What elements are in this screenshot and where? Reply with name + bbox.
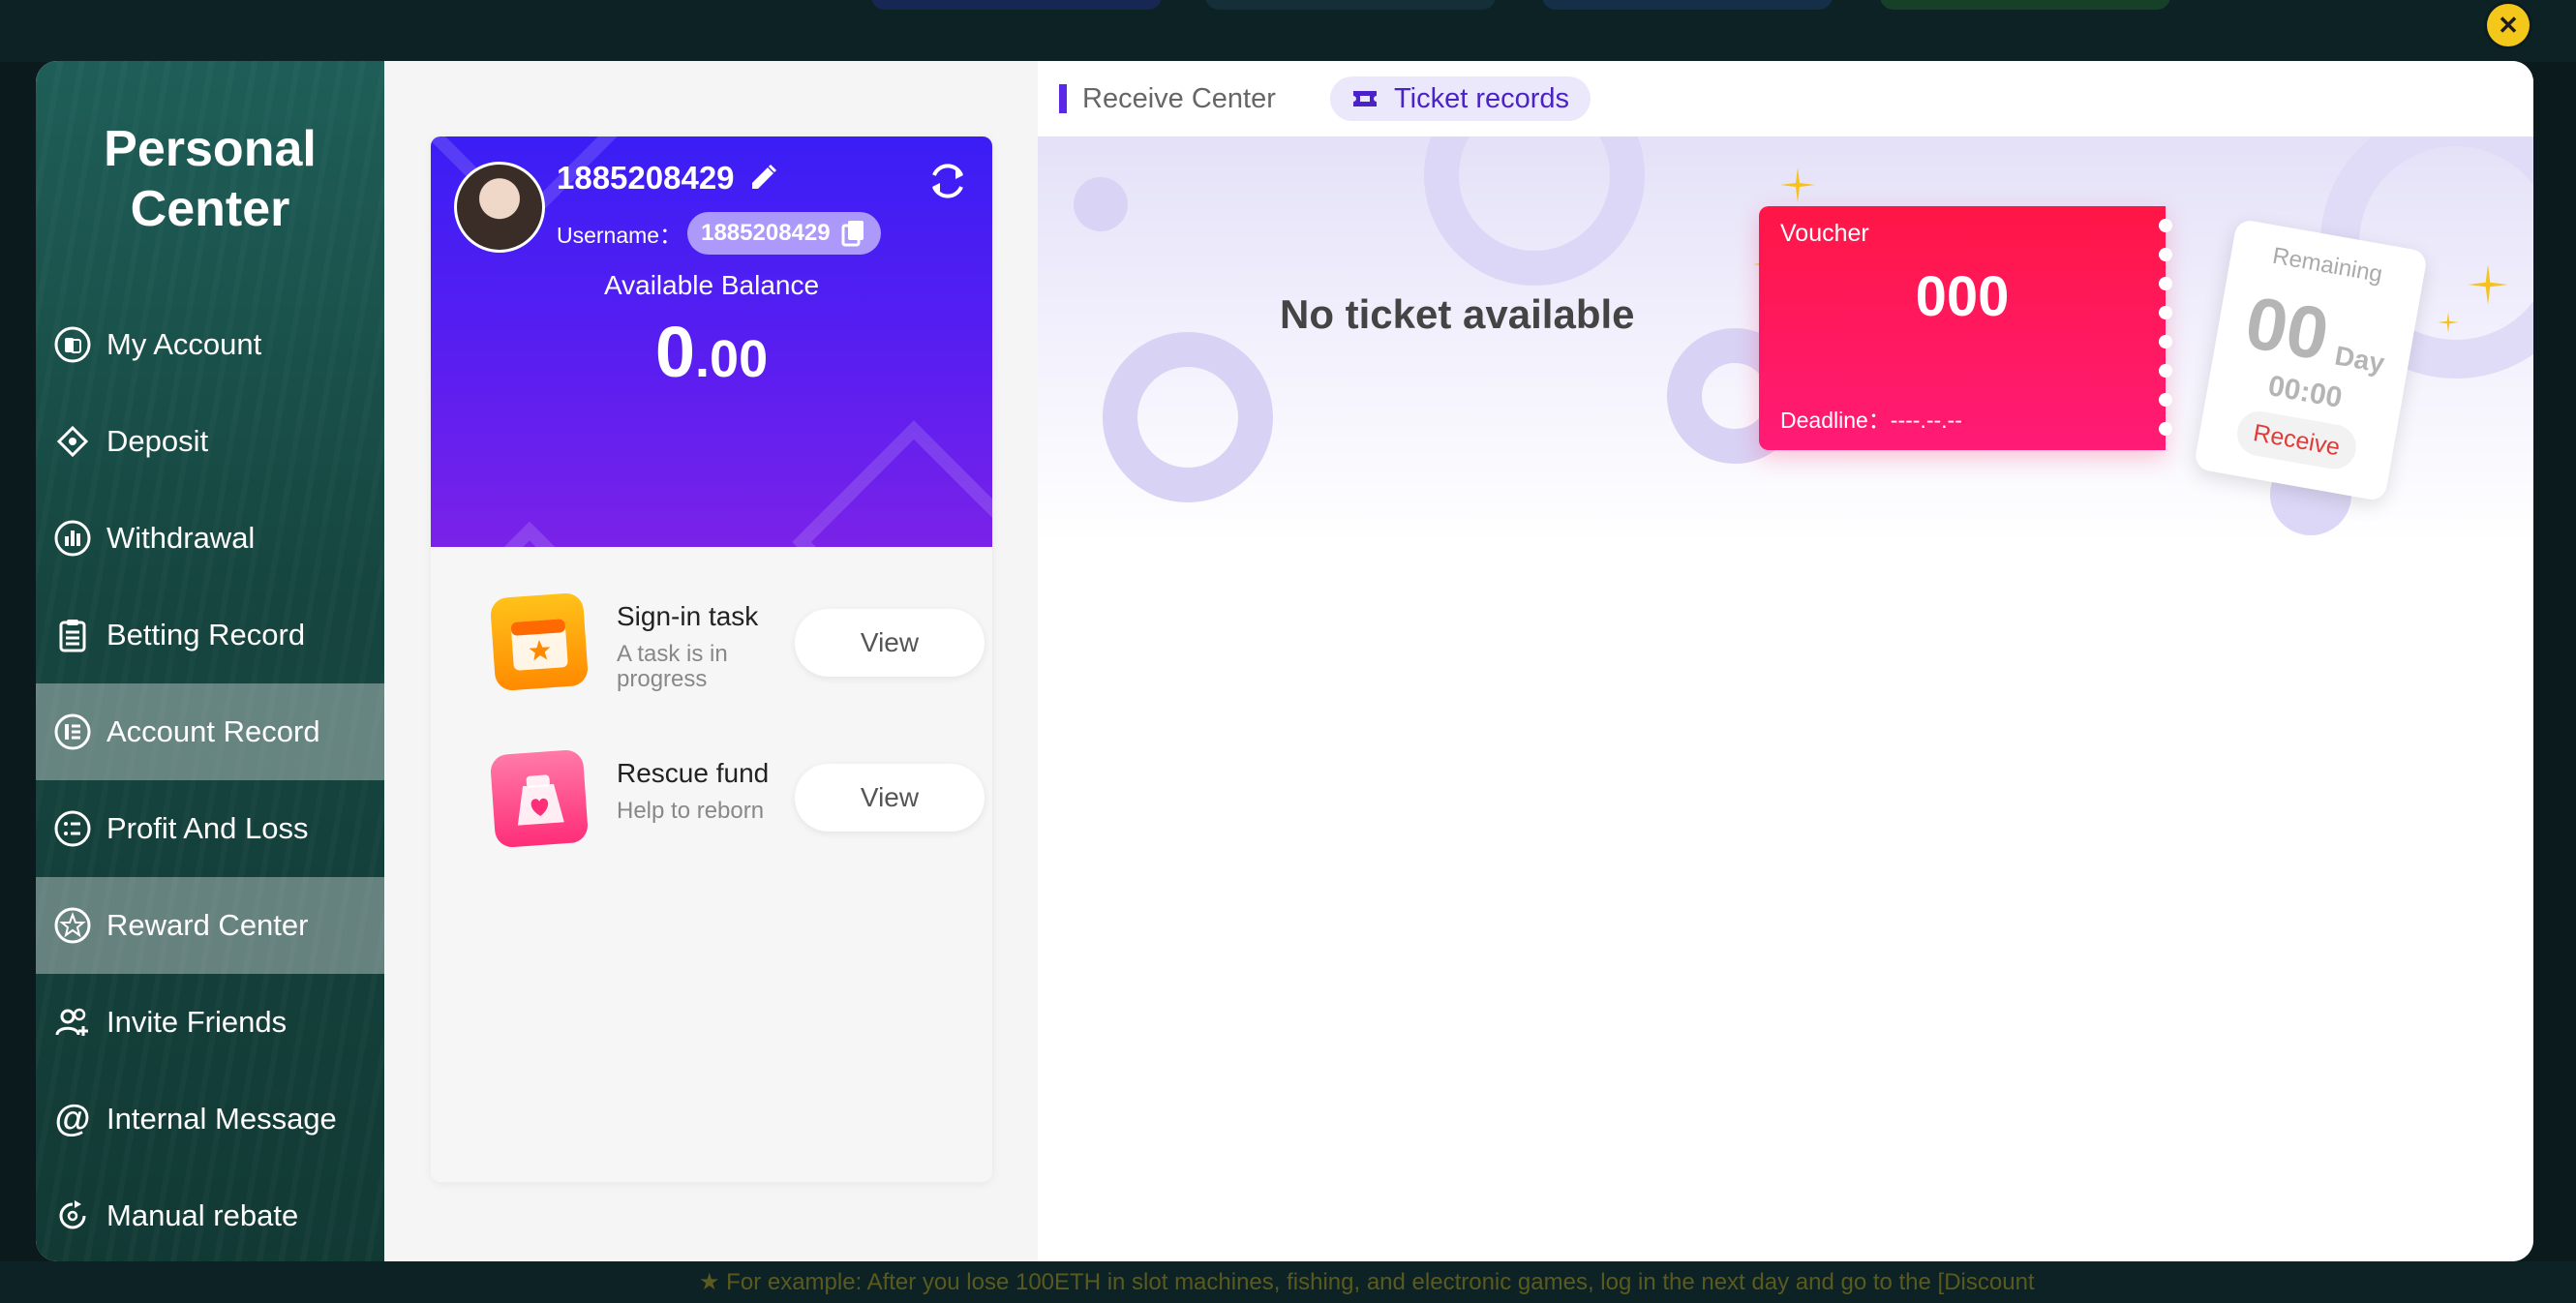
sidebar-item-withdrawal[interactable]: Withdrawal <box>36 490 384 587</box>
empty-state-message: No ticket available <box>1280 291 1635 337</box>
sidebar-title: Personal Center <box>36 119 384 239</box>
ticket-pane: Receive Center Ticket records No ticket … <box>1038 61 2533 1261</box>
sidebar-item-label: Internal Message <box>106 1102 337 1136</box>
balance-label: Available Balance <box>603 270 820 300</box>
sparkle-icon <box>2438 312 2459 333</box>
background-button <box>1880 0 2170 10</box>
sidebar-item-my-account[interactable]: My Account <box>36 296 384 393</box>
username-label: Username： <box>557 223 682 248</box>
sidebar-item-label: Invite Friends <box>106 1005 288 1039</box>
sidebar-item-profit-and-loss[interactable]: Profit And Loss <box>36 780 384 877</box>
at-icon: @ <box>53 1100 92 1138</box>
withdrawal-icon <box>53 519 92 558</box>
tab-label: Receive Center <box>1082 82 1276 114</box>
receive-button[interactable]: Receive <box>2233 408 2360 473</box>
calendar-star-icon <box>490 592 589 691</box>
sidebar-title-line: Center <box>130 181 290 237</box>
sidebar-title-line: Personal <box>104 121 317 177</box>
sidebar-item-label: Account Record <box>106 714 320 748</box>
sidebar-item-reward-center[interactable]: Reward Center <box>36 877 384 974</box>
task-sign-in: Sign-in task A task is in progress View <box>489 591 992 708</box>
edit-icon[interactable] <box>746 162 779 195</box>
task-rescue-fund: Rescue fund Help to reborn View <box>489 748 992 864</box>
background-header <box>0 0 2576 62</box>
balance-decimal: .00 <box>695 330 769 388</box>
refresh-icon[interactable] <box>924 158 971 204</box>
list-icon <box>53 809 92 848</box>
deposit-icon <box>53 422 92 461</box>
voucher-card: Voucher 000 Deadline：----.--.-- <box>1759 206 2172 450</box>
remaining-days: 00 <box>2239 281 2335 377</box>
heart-bag-icon <box>490 749 589 848</box>
tab-label: Ticket records <box>1394 82 1570 114</box>
username-row: Username： 1885208429 <box>557 212 881 255</box>
sidebar-item-account-record[interactable]: Account Record <box>36 683 384 780</box>
view-rescue-fund-button[interactable]: View <box>795 764 985 832</box>
deadline-label: Deadline： <box>1780 408 1891 433</box>
svg-text:@: @ <box>54 1100 90 1138</box>
task-title: Rescue fund <box>617 758 770 788</box>
sidebar-item-label: My Account <box>106 327 262 361</box>
task-title: Sign-in task <box>617 601 759 631</box>
sidebar-item-label: Manual rebate <box>106 1198 299 1232</box>
view-sign-in-button[interactable]: View <box>795 609 985 677</box>
user-id-text: 1885208429 <box>557 160 735 196</box>
profile-card: 1885208429 Username： 1885208429 Availabl… <box>431 136 992 1182</box>
close-button[interactable]: ✕ <box>2487 4 2530 46</box>
sparkle-icon <box>1780 167 1815 202</box>
username-chip[interactable]: 1885208429 <box>687 212 881 255</box>
ticket-icon <box>1353 91 1377 106</box>
tab-bar: Receive Center Ticket records <box>1038 61 2533 136</box>
sidebar-item-label: Withdrawal <box>106 521 256 555</box>
clipboard-icon <box>53 616 92 654</box>
ticket-area: No ticket available Remaining 00 Day 00:… <box>1038 136 2533 543</box>
decorative-diamond <box>455 521 604 547</box>
sidebar-item-deposit[interactable]: Deposit <box>36 393 384 490</box>
tab-indicator <box>1059 84 1067 113</box>
sidebar: Personal Center My Account Deposit Withd… <box>36 61 384 1261</box>
background-button <box>1205 0 1496 10</box>
balance-value: 0.00 <box>431 311 992 393</box>
background-footer-text: ★ For example: After you lose 100ETH in … <box>699 1269 2035 1295</box>
avatar[interactable] <box>454 162 545 253</box>
personal-center-modal: Personal Center My Account Deposit Withd… <box>36 61 2533 1261</box>
sidebar-item-label: Betting Record <box>106 618 306 652</box>
voucher-deadline: Deadline：----.--.-- <box>1780 402 1962 435</box>
close-icon: ✕ <box>2498 10 2519 40</box>
sidebar-item-label: Profit And Loss <box>106 811 309 845</box>
user-id: 1885208429 <box>557 160 779 197</box>
profile-pane: 1885208429 Username： 1885208429 Availabl… <box>384 61 1038 1261</box>
coins-icon <box>53 325 92 364</box>
background-footer: ★ For example: After you lose 100ETH in … <box>0 1261 2576 1303</box>
sidebar-item-internal-message[interactable]: @ Internal Message <box>36 1071 384 1167</box>
tab-ticket-records[interactable]: Ticket records <box>1330 76 1591 121</box>
add-user-icon <box>53 1003 92 1042</box>
profile-header: 1885208429 Username： 1885208429 Availabl… <box>431 136 992 547</box>
sidebar-item-label: Reward Center <box>106 908 309 942</box>
ledger-icon <box>53 712 92 751</box>
rebate-icon <box>53 1197 92 1235</box>
background-button <box>1542 0 1833 10</box>
sidebar-item-betting-record[interactable]: Betting Record <box>36 587 384 683</box>
sidebar-item-invite-friends[interactable]: Invite Friends <box>36 974 384 1071</box>
background-button <box>871 0 1162 10</box>
voucher-label: Voucher <box>1780 220 1869 247</box>
task-subtitle: A task is in progress <box>617 641 728 692</box>
username-value: 1885208429 <box>701 220 831 246</box>
sidebar-item-manual-rebate[interactable]: Manual rebate <box>36 1167 384 1261</box>
deadline-value: ----.--.-- <box>1890 408 1962 433</box>
sparkle-icon <box>2468 264 2508 305</box>
voucher-value: 000 <box>1915 265 2010 328</box>
star-icon <box>53 906 92 945</box>
day-label: Day <box>2332 340 2387 379</box>
copy-icon[interactable] <box>840 219 867 248</box>
sidebar-item-label: Deposit <box>106 424 209 458</box>
balance-integer: 0 <box>654 312 696 392</box>
decorative-diamond <box>792 420 992 547</box>
tab-receive-center[interactable]: Receive Center <box>1059 76 1276 121</box>
